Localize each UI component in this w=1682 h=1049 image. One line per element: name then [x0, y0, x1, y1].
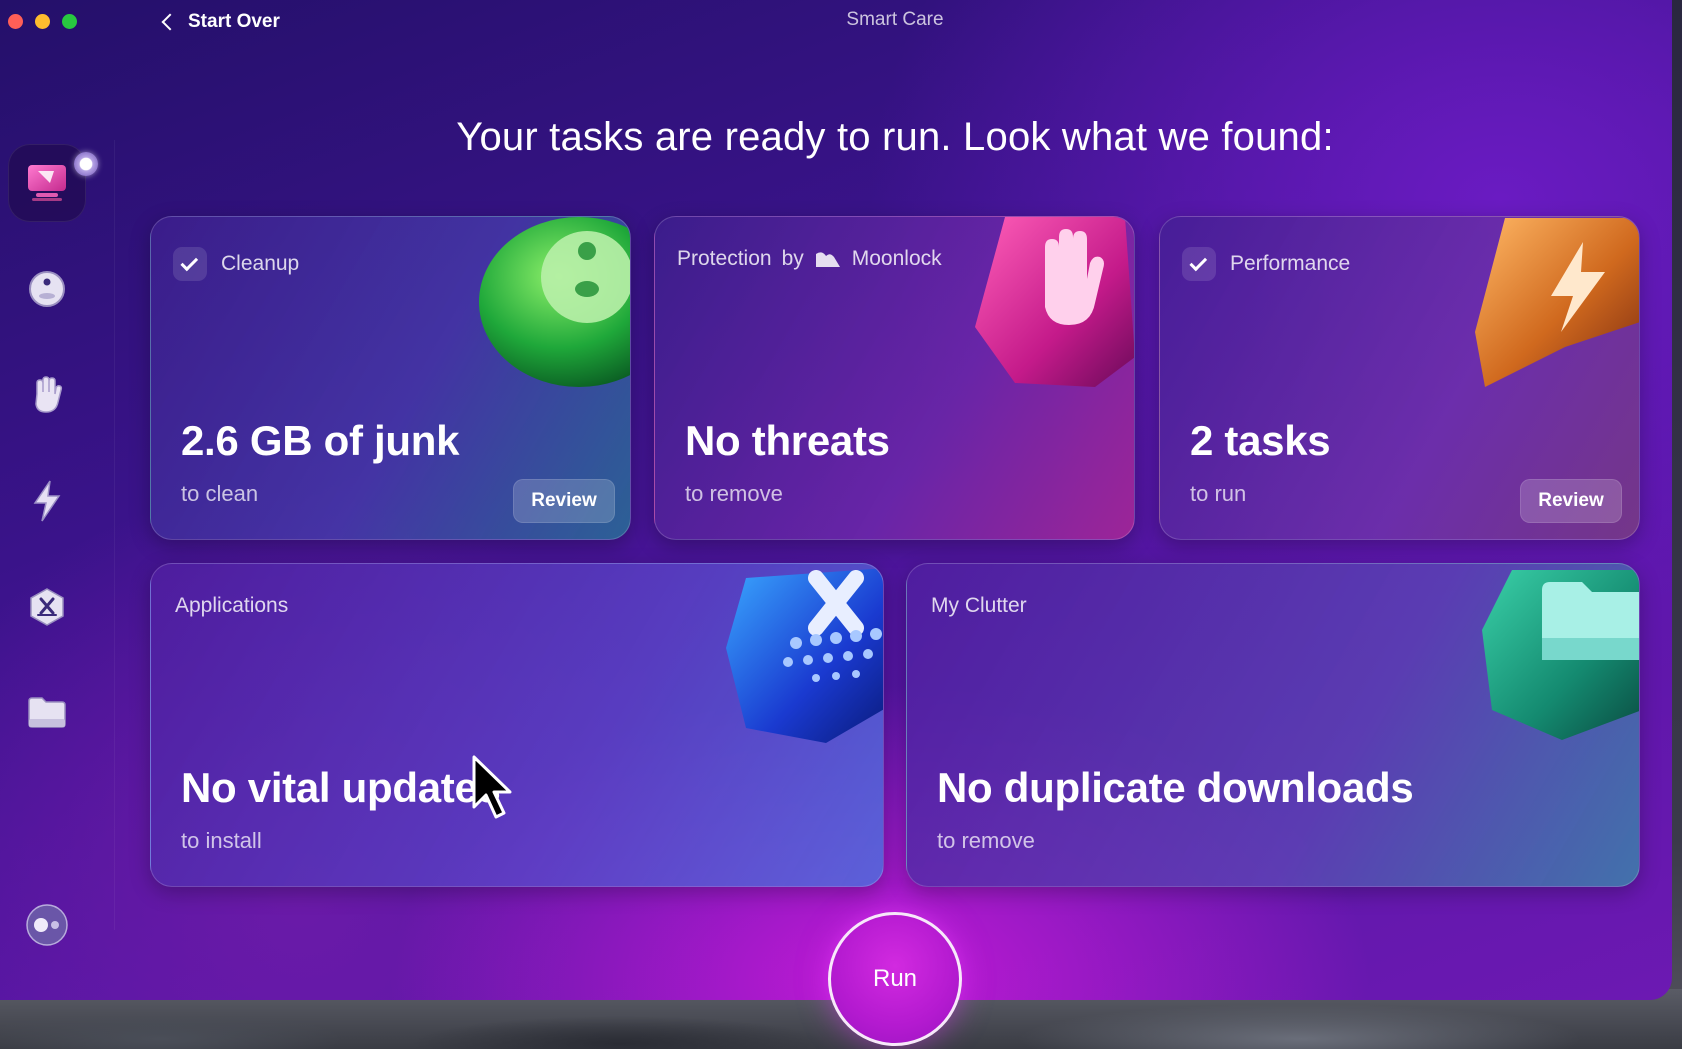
app-window: Start Over Smart Care Your tasks are rea…	[0, 0, 1672, 1000]
disc-icon	[29, 271, 65, 307]
clutter-subtitle: to remove	[937, 828, 1035, 853]
cleanup-checkbox[interactable]	[173, 247, 207, 281]
performance-lightning-icon	[1475, 218, 1639, 387]
cleanup-disc-icon	[479, 217, 630, 387]
performance-checkbox[interactable]	[1182, 247, 1216, 281]
sidebar-divider	[114, 140, 115, 930]
clutter-title: My Clutter	[931, 594, 1027, 617]
sidebar-item-applications[interactable]	[8, 568, 86, 646]
protection-subtitle: to remove	[685, 481, 783, 506]
protection-hand-icon	[975, 217, 1134, 387]
start-over-label: Start Over	[188, 11, 280, 32]
applications-subtitle: to install	[181, 828, 262, 853]
mouse-cursor-icon	[472, 755, 512, 819]
apps-icon	[30, 588, 64, 626]
performance-card[interactable]: Performance 2 tasks to run Review	[1159, 216, 1640, 540]
protection-title: Protection	[677, 247, 772, 270]
lightning-icon	[33, 480, 61, 522]
run-button[interactable]: Run	[828, 912, 962, 1046]
performance-review-button[interactable]: Review	[1520, 479, 1622, 523]
protection-by-label: by	[781, 247, 804, 270]
toggle-icon	[26, 904, 68, 946]
close-window-button[interactable]	[8, 14, 23, 29]
sidebar-item-performance[interactable]	[8, 462, 86, 540]
protection-card-header: Protection by Moonlock	[677, 247, 942, 271]
moonlock-logo-icon	[815, 252, 840, 267]
hand-icon	[35, 376, 63, 413]
performance-title: Performance	[1230, 252, 1351, 275]
protection-brand: Moonlock	[851, 247, 942, 270]
zoom-window-button[interactable]	[62, 14, 77, 29]
cleanup-value: 2.6 GB of junk	[181, 417, 460, 464]
window-controls	[8, 14, 77, 29]
applications-card-header: Applications	[175, 594, 288, 618]
sidebar	[0, 130, 100, 980]
checkmark-icon	[1189, 253, 1208, 271]
applications-xcode-icon	[726, 568, 883, 743]
checkmark-icon	[180, 253, 199, 271]
folder-icon	[28, 697, 66, 728]
cleanup-subtitle: to clean	[181, 481, 259, 506]
protection-card[interactable]: Protection by Moonlock No threats to rem…	[654, 216, 1135, 540]
start-over-button[interactable]: Start Over	[160, 8, 280, 36]
my-clutter-card[interactable]: My Clutter No duplicate downloads to rem…	[906, 563, 1640, 887]
cleanup-card-header: Cleanup	[173, 247, 299, 281]
applications-card[interactable]: Applications No vital updates to install	[150, 563, 884, 887]
chevron-left-icon	[161, 13, 179, 31]
sidebar-item-cleanup[interactable]	[8, 250, 86, 328]
applications-title: Applications	[175, 594, 289, 617]
monitor-icon	[28, 165, 66, 201]
clutter-value: No duplicate downloads	[937, 764, 1414, 811]
applications-value: No vital updates	[181, 764, 501, 811]
page-headline: Your tasks are ready to run. Look what w…	[456, 115, 1334, 159]
cleanup-title: Cleanup	[221, 252, 300, 275]
clutter-folder-icon	[1482, 570, 1639, 740]
sidebar-item-my-clutter[interactable]	[8, 674, 86, 752]
clutter-card-header: My Clutter	[931, 594, 1027, 618]
protection-value: No threats	[685, 417, 890, 464]
cleanup-review-button[interactable]: Review	[513, 479, 615, 523]
performance-card-header: Performance	[1182, 247, 1350, 281]
sidebar-item-assistant[interactable]	[8, 886, 86, 964]
performance-subtitle: to run	[1190, 481, 1247, 506]
cleanup-card[interactable]: Cleanup 2.6 GB of junk to clean Review	[150, 216, 631, 540]
minimize-window-button[interactable]	[35, 14, 50, 29]
sidebar-item-protection[interactable]	[8, 356, 86, 434]
performance-value: 2 tasks	[1190, 417, 1331, 464]
